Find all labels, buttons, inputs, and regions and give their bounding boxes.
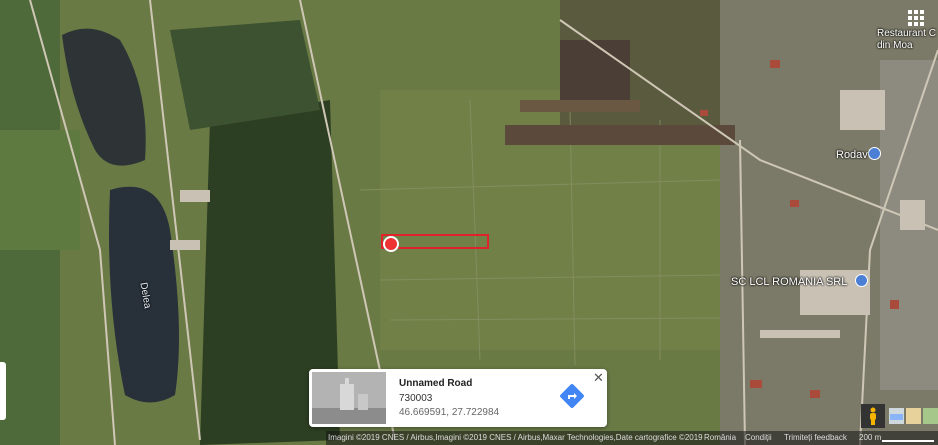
street-view-pegman-control[interactable]	[861, 404, 885, 428]
scale-label[interactable]: 200 m	[859, 431, 881, 445]
coordinates[interactable]: 46.669591, 27.722984	[399, 407, 499, 418]
scale-bar	[882, 440, 934, 442]
poi-label-restaurant[interactable]: Restaurant C din Moa	[877, 28, 936, 52]
directions-icon[interactable]	[560, 384, 584, 408]
feedback-link[interactable]: Trimiteți feedback	[784, 431, 847, 445]
poi-pin-icon[interactable]	[868, 147, 881, 160]
map-layers-icon[interactable]	[889, 406, 938, 426]
side-panel-toggle[interactable]	[0, 362, 6, 420]
terms-link[interactable]: Condiții	[745, 431, 772, 445]
poi-restaurant-line2: din Moa	[877, 40, 913, 51]
postal-code: 730003	[399, 393, 433, 404]
street-view-thumbnail[interactable]	[312, 372, 386, 424]
poi-label-rodav[interactable]: Rodav	[836, 149, 868, 161]
close-icon[interactable]: ✕	[593, 370, 604, 386]
poi-restaurant-line1: Restaurant C	[877, 28, 936, 39]
map-footer: Imagini ©2019 CNES / Airbus,Imagini ©201…	[326, 431, 938, 445]
place-title[interactable]: Unnamed Road	[399, 378, 472, 389]
dropped-pin-icon[interactable]	[383, 236, 399, 252]
street-view-pegman-icon[interactable]	[869, 407, 877, 425]
country-link[interactable]: România	[704, 431, 736, 445]
attribution-text: Imagini ©2019 CNES / Airbus,Imagini ©201…	[328, 433, 703, 442]
poi-label-sc-lcl[interactable]: SC LCL ROMANIA SRL	[731, 276, 847, 288]
location-info-card[interactable]: Unnamed Road 730003 46.669591, 27.722984…	[309, 369, 607, 427]
apps-grid-icon[interactable]	[908, 10, 924, 26]
poi-pin-icon[interactable]	[855, 274, 868, 287]
